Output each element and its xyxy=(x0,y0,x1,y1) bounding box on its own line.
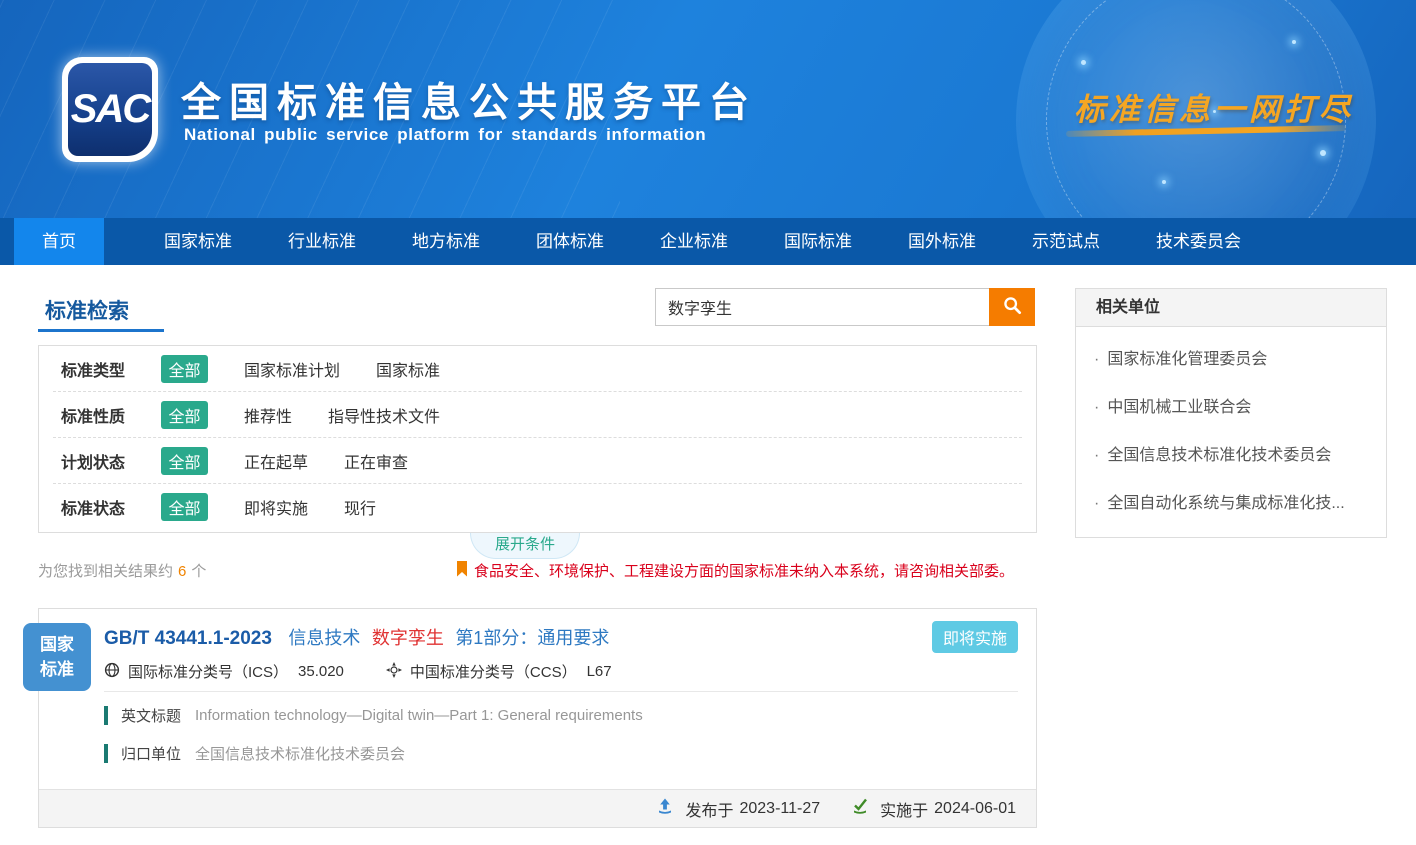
card-divider xyxy=(104,691,1018,692)
title-highlight: 数字孪生 xyxy=(372,628,444,648)
related-unit-link[interactable]: ·中国机械工业联合会 xyxy=(1090,381,1374,429)
results-line: 为您找到相关结果约6个 食品安全、环境保护、工程建设方面的国家标准未纳入本系统，… xyxy=(38,560,1014,581)
filter-row-standard-nature: 标准性质 全部 推荐性 指导性技术文件 xyxy=(53,392,1022,438)
nav-tab-pilot[interactable]: 示范试点 xyxy=(1004,218,1128,265)
filter-row-standard-status: 标准状态 全部 即将实施 现行 xyxy=(53,484,1022,530)
filter-all-button[interactable]: 全部 xyxy=(161,355,208,383)
published-date-item: 发布于 2023-11-27 xyxy=(657,797,820,821)
filter-option[interactable]: 指导性技术文件 xyxy=(328,403,440,427)
field-english-title: 英文标题 Information technology—Digital twin… xyxy=(104,705,643,726)
filter-option[interactable]: 推荐性 xyxy=(244,403,292,427)
filter-option[interactable]: 即将实施 xyxy=(244,495,308,519)
header-banner: SAC 全国标准信息公共服务平台 National public service… xyxy=(0,0,1416,218)
bookmark-icon xyxy=(456,561,474,581)
ccs-label: 中国标准分类号（CCS） xyxy=(410,661,577,682)
filter-option[interactable]: 现行 xyxy=(344,495,376,519)
check-icon xyxy=(852,798,874,819)
related-units-list: ·国家标准化管理委员会 ·中国机械工业联合会 ·全国信息技术标准化技术委员会 ·… xyxy=(1076,327,1386,537)
result-card: 国家 标准 GB/T 43441.1-2023 信息技术 数字孪生 第1部分：通… xyxy=(38,608,1037,828)
status-badge: 即将实施 xyxy=(932,621,1018,653)
results-summary: 为您找到相关结果约6个 xyxy=(38,560,206,581)
filter-label: 标准性质 xyxy=(61,403,161,427)
nav-tab-home[interactable]: 首页 xyxy=(14,218,104,265)
nav-tab-enterprise-standards[interactable]: 企业标准 xyxy=(632,218,756,265)
sac-logo[interactable]: SAC xyxy=(62,57,158,162)
nav-tab-local-standards[interactable]: 地方标准 xyxy=(384,218,508,265)
site-subtitle: National public service platform for sta… xyxy=(184,125,706,145)
search-button[interactable] xyxy=(989,288,1035,326)
implemented-date: 2024-06-01 xyxy=(934,800,1016,818)
ccs-value: L67 xyxy=(587,663,612,680)
classification-row: 国际标准分类号（ICS） 35.020 中国标准分类号（CCS） L67 xyxy=(104,661,612,682)
notice-text: 食品安全、环境保护、工程建设方面的国家标准未纳入本系统，请咨询相关部委。 xyxy=(474,560,1014,581)
field-competent-unit: 归口单位 全国信息技术标准化技术委员会 xyxy=(104,743,405,764)
ics-value: 35.020 xyxy=(298,663,344,680)
site-title: 全国标准信息公共服务平台 xyxy=(181,70,757,128)
nav-tab-industry-standards[interactable]: 行业标准 xyxy=(260,218,384,265)
search-input[interactable] xyxy=(655,288,989,326)
related-unit-link[interactable]: ·全国信息技术标准化技术委员会 xyxy=(1090,429,1374,477)
related-unit-link[interactable]: ·国家标准化管理委员会 xyxy=(1090,333,1374,381)
title-part: 信息技术 xyxy=(288,628,360,648)
implemented-label: 实施于 xyxy=(880,797,928,821)
field-marker-bar xyxy=(104,744,108,763)
ics-label: 国际标准分类号（ICS） xyxy=(128,661,288,682)
section-title-standard-search[interactable]: 标准检索 xyxy=(45,295,129,325)
sac-logo-inner: SAC xyxy=(68,63,152,156)
related-units-title: 相关单位 xyxy=(1076,289,1386,327)
filter-option[interactable]: 正在起草 xyxy=(244,449,308,473)
filter-panel: 标准类型 全部 国家标准计划 国家标准 标准性质 全部 推荐性 指导性技术文件 … xyxy=(38,345,1037,533)
page: SAC 全国标准信息公共服务平台 National public service… xyxy=(0,0,1416,845)
search-group xyxy=(655,288,1035,326)
filter-label: 标准状态 xyxy=(61,495,161,519)
related-units-panel: 相关单位 ·国家标准化管理委员会 ·中国机械工业联合会 ·全国信息技术标准化技术… xyxy=(1075,288,1387,538)
filter-all-button[interactable]: 全部 xyxy=(161,447,208,475)
publish-icon xyxy=(657,798,679,819)
filter-option[interactable]: 正在审查 xyxy=(344,449,408,473)
card-footer: 发布于 2023-11-27 实施于 2024-06-01 xyxy=(39,789,1036,827)
filter-option[interactable]: 国家标准计划 xyxy=(244,357,340,381)
main-nav: 首页 国家标准 行业标准 地方标准 团体标准 企业标准 国际标准 国外标准 示范… xyxy=(0,218,1416,265)
title-part: 第1部分：通用要求 xyxy=(455,628,609,648)
implemented-date-item: 实施于 2024-06-01 xyxy=(852,797,1016,821)
filter-option[interactable]: 国家标准 xyxy=(376,357,440,381)
system-notice: 食品安全、环境保护、工程建设方面的国家标准未纳入本系统，请咨询相关部委。 xyxy=(456,560,1014,581)
sac-logo-text: SAC xyxy=(71,87,149,132)
filter-label: 计划状态 xyxy=(61,449,161,473)
search-icon xyxy=(1003,296,1022,318)
filter-all-button[interactable]: 全部 xyxy=(161,493,208,521)
header-slogan: 标准信息一网打尽 xyxy=(1074,84,1354,129)
nav-tab-national-standards[interactable]: 国家标准 xyxy=(136,218,260,265)
filter-label: 标准类型 xyxy=(61,357,161,381)
compass-icon xyxy=(386,662,410,682)
section-title-underline xyxy=(38,329,164,332)
published-label: 发布于 xyxy=(685,797,733,821)
expand-conditions-button[interactable]: 展开条件 xyxy=(470,533,580,559)
result-title-link[interactable]: GB/T 43441.1-2023 信息技术 数字孪生 第1部分：通用要求 xyxy=(104,624,609,650)
nav-tab-group-standards[interactable]: 团体标准 xyxy=(508,218,632,265)
filter-all-button[interactable]: 全部 xyxy=(161,401,208,429)
related-unit-link[interactable]: ·全国自动化系统与集成标准化技... xyxy=(1090,477,1374,525)
nav-tab-technical-committee[interactable]: 技术委员会 xyxy=(1128,218,1269,265)
filter-row-standard-type: 标准类型 全部 国家标准计划 国家标准 xyxy=(53,346,1022,392)
published-date: 2023-11-27 xyxy=(739,800,820,818)
standard-type-badge: 国家 标准 xyxy=(23,623,91,691)
results-count: 6 xyxy=(178,563,186,580)
nav-tab-international-standards[interactable]: 国际标准 xyxy=(756,218,880,265)
filter-row-plan-status: 计划状态 全部 正在起草 正在审查 xyxy=(53,438,1022,484)
standard-code: GB/T 43441.1-2023 xyxy=(104,628,272,649)
field-marker-bar xyxy=(104,706,108,725)
globe-icon xyxy=(104,662,128,682)
nav-tab-foreign-standards[interactable]: 国外标准 xyxy=(880,218,1004,265)
